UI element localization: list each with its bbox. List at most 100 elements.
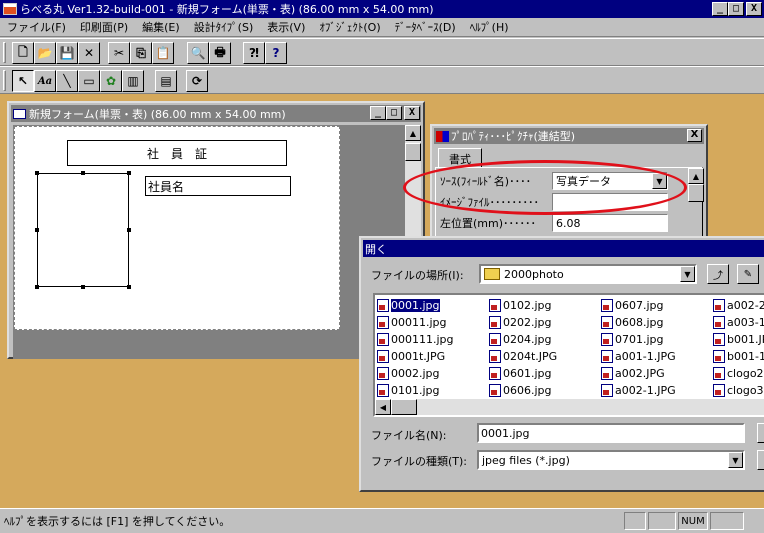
file-item[interactable]: clogo3. [713, 382, 764, 398]
resize-handle[interactable] [35, 171, 39, 175]
left-position-input[interactable]: 6.08 [552, 214, 668, 232]
open-button[interactable] [757, 423, 764, 443]
file-item[interactable]: a003-1 [713, 314, 764, 330]
header-text-box[interactable]: 社 員 証 [67, 140, 287, 166]
scroll-up-icon[interactable]: ▲ [405, 125, 421, 141]
select-arrow-icon[interactable]: ↖ [12, 70, 34, 92]
delete-icon[interactable]: ✕ [78, 42, 100, 64]
file-name: a001-1.JPG [615, 349, 676, 363]
file-item[interactable]: 0202.jpg [489, 314, 552, 330]
open-icon[interactable]: 📂 [34, 42, 56, 64]
list-tool-icon[interactable]: ▤ [155, 70, 177, 92]
open-file-dialog[interactable]: 開く ファイルの場所(I): 2000photo ▼ ⤴ ✎ 0001.jpg 0… [359, 236, 764, 492]
minimize-button[interactable]: _ [712, 2, 728, 16]
text-tool-icon[interactable]: Aa [34, 70, 56, 92]
file-item[interactable]: 0002.jpg [377, 365, 440, 381]
paste-icon[interactable]: 📋 [152, 42, 174, 64]
resize-handle[interactable] [127, 285, 131, 289]
file-item[interactable]: 0608.jpg [601, 314, 664, 330]
form-window-titlebar[interactable]: 新規フォーム(単票・表) (86.00 mm x 54.00 mm) _ □ X [11, 105, 421, 122]
maximize-button[interactable]: □ [728, 2, 744, 16]
file-item[interactable]: 0601.jpg [489, 365, 552, 381]
resize-handle[interactable] [127, 228, 131, 232]
resize-handle[interactable] [81, 285, 85, 289]
print-icon[interactable]: 🖶 [209, 42, 231, 64]
file-item[interactable]: 00011.jpg [377, 314, 447, 330]
help-pointer-icon[interactable]: ⁈ [243, 42, 265, 64]
menu-object[interactable]: ｵﾌﾞｼﾞｪｸﾄ(O) [312, 19, 387, 35]
copy-icon[interactable]: ⎘ [130, 42, 152, 64]
save-icon[interactable]: 💾 [56, 42, 78, 64]
file-list-hscrollbar[interactable]: ◀ [375, 399, 764, 415]
look-in-combo[interactable]: 2000photo ▼ [479, 264, 697, 284]
resize-handle[interactable] [81, 171, 85, 175]
design-canvas[interactable]: 社 員 証 社員名 [13, 125, 405, 359]
file-item[interactable]: 0001.jpg [377, 297, 441, 313]
barcode-tool-icon[interactable]: ▥ [122, 70, 144, 92]
property-close-button[interactable]: X [687, 129, 702, 142]
file-item[interactable]: 0101.jpg [377, 382, 440, 398]
file-name: 0607.jpg [615, 298, 664, 312]
cut-icon[interactable]: ✂ [108, 42, 130, 64]
property-scroll-up-icon[interactable]: ▲ [688, 168, 704, 184]
toolbar-grip[interactable] [3, 42, 6, 63]
app-titlebar[interactable]: らべる丸 Ver1.32-build-001 - 新規フォーム(単票・表) (8… [0, 0, 764, 18]
menu-print-side[interactable]: 印刷面(P) [73, 19, 135, 35]
file-item[interactable]: 0606.jpg [489, 382, 552, 398]
jpeg-file-icon [713, 383, 725, 397]
menu-database[interactable]: ﾃﾞｰﾀﾍﾞｰｽ(D) [388, 19, 463, 35]
picture-frame[interactable] [37, 173, 129, 287]
property-scroll-thumb[interactable] [688, 184, 704, 202]
menu-file[interactable]: ファイル(F) [0, 19, 73, 35]
file-item[interactable]: 0001t.JPG [377, 348, 445, 364]
hscroll-thumb[interactable] [391, 399, 417, 415]
file-item[interactable]: 0102.jpg [489, 297, 552, 313]
name-text-box[interactable]: 社員名 [145, 176, 291, 196]
line-tool-icon[interactable]: ╲ [56, 70, 78, 92]
file-item[interactable]: 000111.jpg [377, 331, 454, 347]
file-item[interactable]: a002.JPG [601, 365, 665, 381]
picture-tool-icon[interactable]: ✿ [100, 70, 122, 92]
resize-handle[interactable] [127, 171, 131, 175]
file-item[interactable]: a002-1.JPG [601, 382, 676, 398]
file-item[interactable]: 0204t.JPG [489, 348, 557, 364]
property-panel-titlebar[interactable]: ﾌﾟﾛﾊﾟﾃｨ･･･ﾋﾟｸﾁｬ(連結型) X [434, 128, 704, 144]
file-item[interactable]: clogo2. [713, 365, 764, 381]
file-item[interactable]: b001.JP [713, 331, 764, 347]
scroll-thumb[interactable] [405, 143, 421, 161]
filename-input[interactable]: 0001.jpg [477, 423, 745, 443]
print-preview-icon[interactable]: 🔍 [187, 42, 209, 64]
file-item[interactable]: 0204.jpg [489, 331, 552, 347]
new-icon[interactable]: 🗋 [12, 42, 34, 64]
form-minimize-button[interactable]: _ [370, 106, 386, 120]
chevron-down-icon[interactable]: ▼ [728, 452, 743, 468]
rect-tool-icon[interactable]: ▭ [78, 70, 100, 92]
toolbar-grip[interactable] [3, 70, 6, 91]
new-folder-icon[interactable]: ✎ [737, 264, 759, 284]
resize-handle[interactable] [35, 228, 39, 232]
label-form[interactable]: 社 員 証 社員名 [14, 126, 340, 330]
menu-edit[interactable]: 編集(E) [135, 19, 187, 35]
cancel-button[interactable] [757, 450, 764, 470]
close-button[interactable]: X [746, 2, 762, 16]
filetype-combo[interactable]: jpeg files (*.jpg) ▼ [477, 450, 745, 470]
jpeg-file-icon [713, 298, 725, 312]
up-folder-icon[interactable]: ⤴ [707, 264, 729, 284]
help-icon[interactable]: ? [265, 42, 287, 64]
file-item[interactable]: 0607.jpg [601, 297, 664, 313]
resize-handle[interactable] [35, 285, 39, 289]
menu-help[interactable]: ﾍﾙﾌﾟ(H) [463, 19, 516, 35]
scroll-left-icon[interactable]: ◀ [375, 399, 391, 415]
chevron-down-icon[interactable]: ▼ [680, 266, 695, 282]
file-item[interactable]: a001-1.JPG [601, 348, 676, 364]
refresh-icon[interactable]: ⟳ [186, 70, 208, 92]
file-item[interactable]: a002-2 [713, 297, 764, 313]
form-maximize-button[interactable]: □ [386, 106, 402, 120]
form-close-button[interactable]: X [404, 106, 420, 120]
open-dialog-titlebar[interactable]: 開く [363, 240, 764, 257]
menu-view[interactable]: 表示(V) [260, 19, 312, 35]
file-item[interactable]: 0701.jpg [601, 331, 664, 347]
menu-design-type[interactable]: 設計ﾀｲﾌﾟ(S) [187, 19, 261, 35]
file-list[interactable]: 0001.jpg 00011.jpg 000111.jpg 0001t.JPG 0002… [373, 293, 764, 417]
file-item[interactable]: b001-1 [713, 348, 764, 364]
